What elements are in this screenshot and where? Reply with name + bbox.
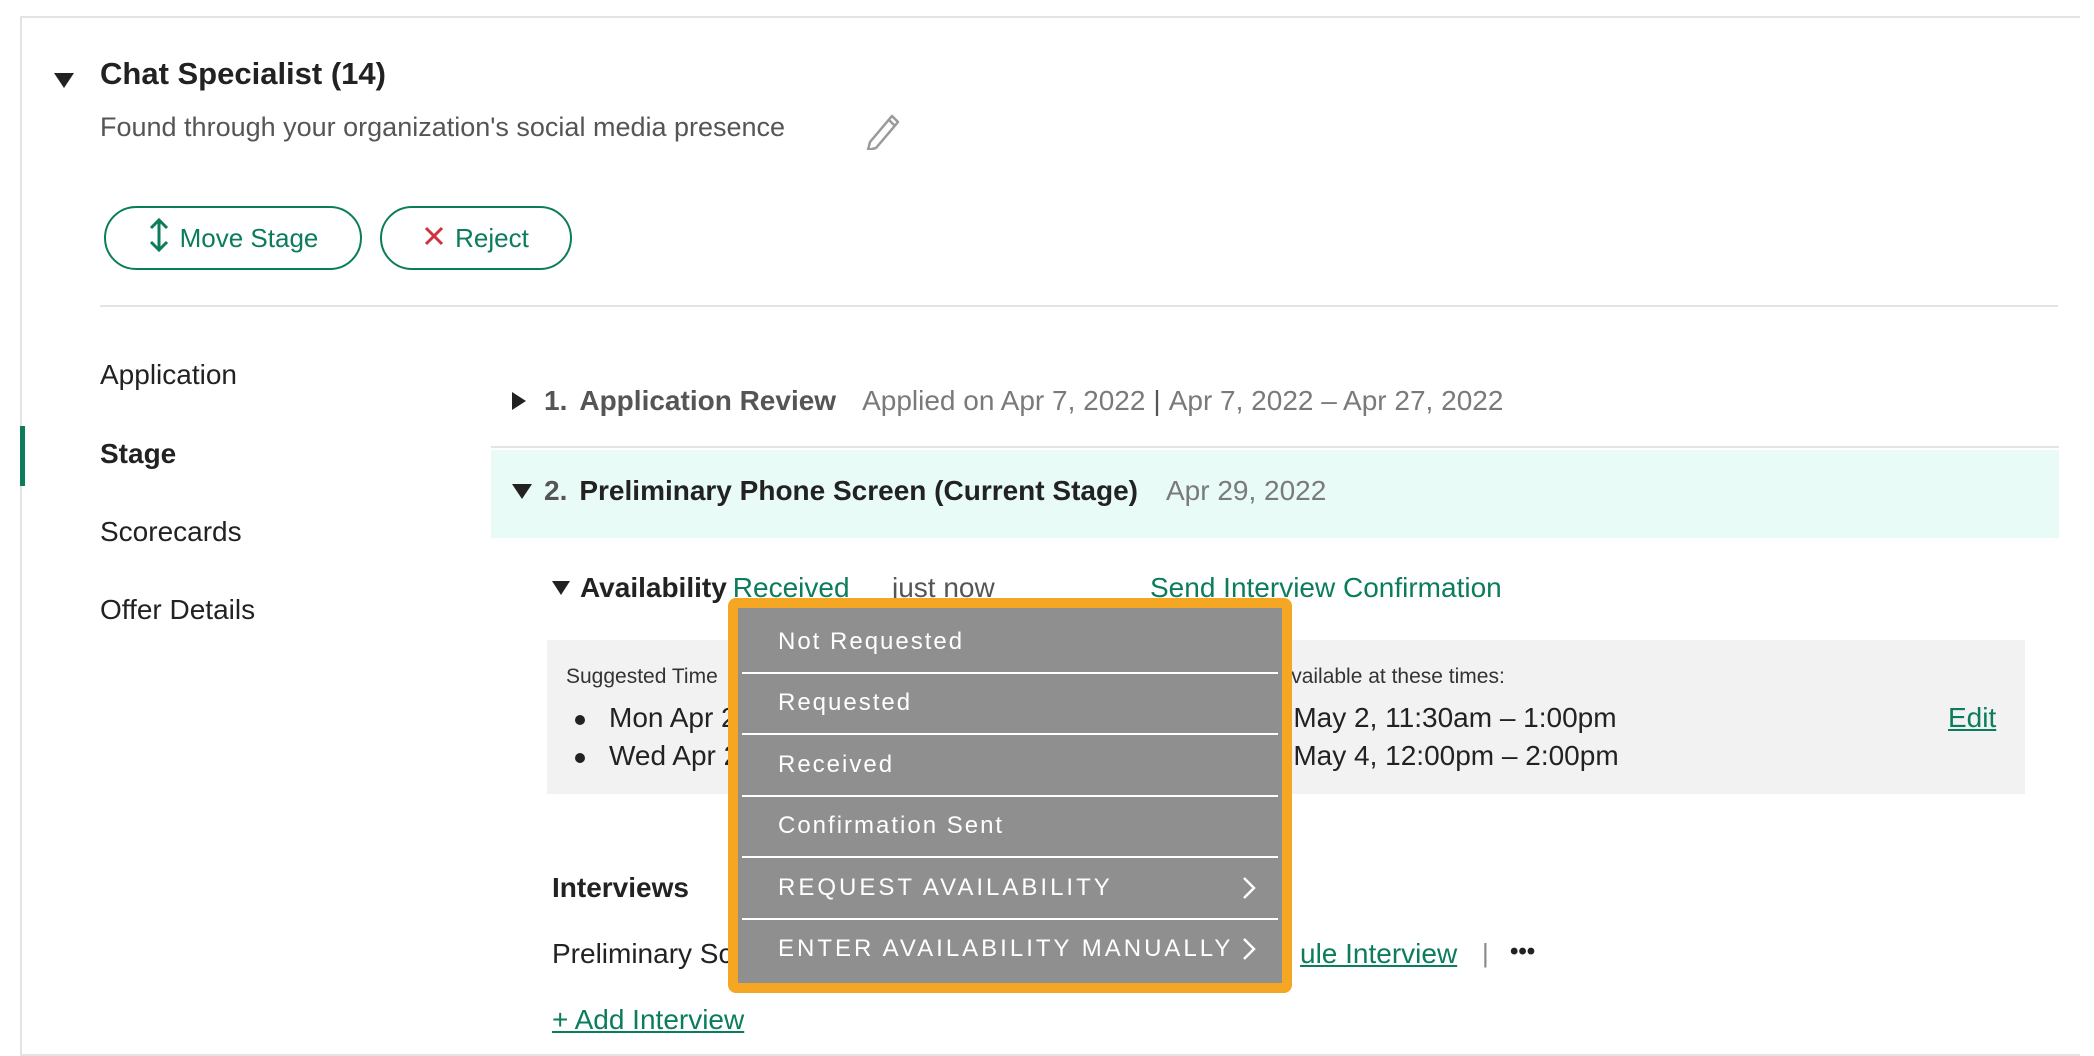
menu-item-not-requested[interactable]: Not Requested (742, 612, 1278, 674)
more-options-icon[interactable]: ••• (1510, 938, 1535, 966)
pencil-icon[interactable] (864, 110, 902, 155)
reject-button[interactable]: Reject (380, 206, 572, 270)
suggested-times-header: Suggested Time (566, 665, 718, 688)
stage-row-phone-screen[interactable]: 2. Preliminary Phone Screen (Current Sta… (512, 475, 1326, 507)
nav-item-application[interactable]: Application (100, 359, 237, 391)
available-times-header: e available at these times: (1262, 665, 1505, 688)
collapse-caret-icon[interactable] (512, 483, 532, 499)
collapse-caret-icon[interactable] (552, 581, 570, 595)
collapse-caret-icon[interactable] (54, 73, 74, 88)
menu-item-confirmation-sent[interactable]: Confirmation Sent (742, 797, 1278, 858)
stage-date: Apr 29, 2022 (1165, 475, 1327, 506)
source-text: Found through your organization's social… (100, 112, 786, 142)
reject-label: Reject (455, 222, 529, 253)
edit-availability-link[interactable]: Edit (1948, 702, 1996, 734)
stage-name: Preliminary Phone Screen (Current Stage) (579, 475, 1138, 506)
chevron-right-icon (1242, 937, 1256, 961)
stage-separator: | (1153, 385, 1161, 416)
move-vertical-icon (148, 217, 170, 259)
stage-date-range: Apr 7, 2022 – Apr 27, 2022 (1168, 385, 1504, 416)
expand-caret-icon[interactable] (512, 392, 526, 410)
suggested-slot: Wed Apr 2 (575, 740, 739, 772)
schedule-interview-link[interactable]: ule Interview (1300, 938, 1457, 970)
menu-item-received[interactable]: Received (742, 735, 1278, 797)
header-divider (100, 305, 2058, 307)
move-stage-label: Move Stage (179, 222, 319, 253)
move-stage-button[interactable]: Move Stage (104, 206, 362, 270)
stage-divider (491, 446, 2059, 448)
close-x-icon (423, 223, 445, 254)
application-frame: Chat Specialist (14) Found through your … (0, 0, 2094, 1056)
nav-item-offer-details[interactable]: Offer Details (100, 594, 255, 626)
job-title: Chat Specialist (14) (100, 56, 386, 91)
stage-name: Application Review (579, 385, 837, 416)
stage-number: 2. (544, 475, 568, 506)
nav-active-indicator (20, 426, 25, 486)
menu-item-requested[interactable]: Requested (742, 674, 1278, 735)
availability-label: Availability (580, 572, 727, 603)
menu-item-request-availability[interactable]: REQUEST AVAILABILITY (742, 858, 1278, 920)
menu-item-enter-availability-manually[interactable]: ENTER AVAILABILITY MANUALLY (742, 920, 1278, 980)
chevron-right-icon (1242, 876, 1256, 900)
availability-status-menu: Not Requested Requested Received Confirm… (742, 612, 1278, 979)
available-slot: n May 2, 11:30am – 1:00pm (1270, 702, 1617, 733)
interviews-heading: Interviews (552, 872, 689, 903)
bullet (575, 752, 585, 763)
available-slot: d May 4, 12:00pm – 2:00pm (1270, 740, 1619, 771)
bullet (575, 714, 585, 725)
interview-divider: | (1482, 938, 1489, 968)
nav-item-scorecards[interactable]: Scorecards (100, 516, 242, 548)
interview-name: Preliminary Sc (552, 938, 733, 969)
add-interview-link[interactable]: + Add Interview (552, 1004, 744, 1036)
suggested-slot: Mon Apr 2 (575, 702, 737, 734)
stage-applied-date: Applied on Apr 7, 2022 (862, 385, 1146, 416)
stage-row-application-review[interactable]: 1. Application Review Applied on Apr 7, … (512, 385, 1503, 417)
stage-number: 1. (544, 385, 568, 416)
nav-item-stage[interactable]: Stage (100, 438, 176, 470)
